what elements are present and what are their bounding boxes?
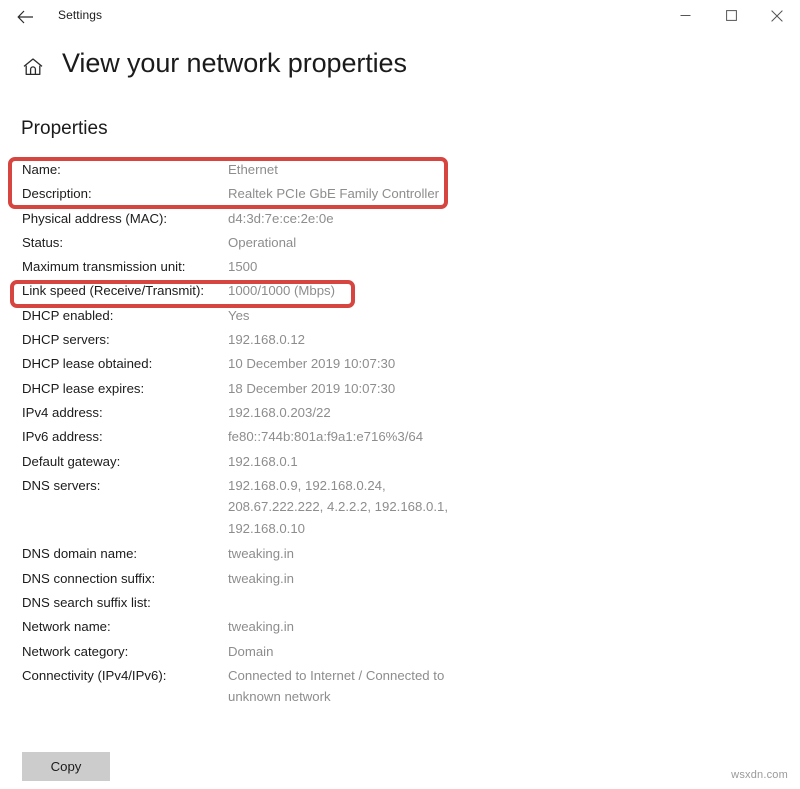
property-row: Link speed (Receive/Transmit):1000/1000 … [0, 279, 800, 303]
property-row: DNS domain name:tweaking.in [0, 542, 800, 566]
property-label: DHCP enabled: [22, 304, 228, 328]
property-value: fe80::744b:801a:f9a1:e716%3/64 [228, 425, 423, 449]
property-row: DHCP enabled:Yes [0, 304, 800, 328]
property-row: IPv6 address:fe80::744b:801a:f9a1:e716%3… [0, 425, 800, 449]
property-label: DNS connection suffix: [22, 567, 228, 591]
property-label: DHCP lease obtained: [22, 352, 228, 376]
title-bar: Settings [0, 0, 800, 33]
property-value: d4:3d:7e:ce:2e:0e [228, 207, 334, 231]
minimize-button[interactable] [662, 0, 708, 31]
property-label: Name: [22, 158, 228, 182]
property-label: DNS search suffix list: [22, 591, 228, 615]
property-row: Status:Operational [0, 231, 800, 255]
property-label: DHCP lease expires: [22, 377, 228, 401]
property-value: tweaking.in [228, 567, 294, 591]
property-value: 18 December 2019 10:07:30 [228, 377, 395, 401]
property-value: tweaking.in [228, 542, 294, 566]
property-row: Maximum transmission unit:1500 [0, 255, 800, 279]
property-label: DNS servers: [22, 475, 228, 497]
property-label: Link speed (Receive/Transmit): [22, 279, 228, 303]
property-value: Domain [228, 640, 273, 664]
property-value: 192.168.0.1 [228, 450, 298, 474]
property-row: DNS search suffix list: [0, 591, 800, 615]
app-title: Settings [58, 8, 102, 22]
section-title: Properties [21, 118, 108, 140]
page-title: View your network properties [62, 48, 407, 79]
close-icon [771, 10, 783, 22]
property-value: 1500 [228, 255, 257, 279]
property-row: DNS connection suffix:tweaking.in [0, 567, 800, 591]
close-button[interactable] [754, 0, 800, 31]
property-label: DHCP servers: [22, 328, 228, 352]
property-value: 192.168.0.9, 192.168.0.24, 208.67.222.22… [228, 475, 448, 540]
property-row: Default gateway:192.168.0.1 [0, 450, 800, 474]
property-row: DHCP lease obtained:10 December 2019 10:… [0, 352, 800, 376]
property-value: 10 December 2019 10:07:30 [228, 352, 395, 376]
property-row: Description:Realtek PCIe GbE Family Cont… [0, 182, 800, 206]
watermark: wsxdn.com [731, 769, 788, 781]
copy-button[interactable]: Copy [22, 752, 110, 781]
property-value: Realtek PCIe GbE Family Controller [228, 182, 439, 206]
home-button[interactable] [20, 56, 46, 82]
property-label: Physical address (MAC): [22, 207, 228, 231]
window-controls [662, 0, 800, 31]
property-label: DNS domain name: [22, 542, 228, 566]
maximize-button[interactable] [708, 0, 754, 31]
page-header: View your network properties [0, 48, 800, 92]
property-label: Network name: [22, 615, 228, 639]
property-value: Operational [228, 231, 296, 255]
property-row: DNS servers:192.168.0.9, 192.168.0.24, 2… [0, 474, 800, 543]
back-button[interactable] [10, 3, 40, 30]
property-row: IPv4 address:192.168.0.203/22 [0, 401, 800, 425]
property-label: Network category: [22, 640, 228, 664]
network-properties-list: Name:EthernetDescription:Realtek PCIe Gb… [0, 158, 800, 711]
property-label: Default gateway: [22, 450, 228, 474]
property-label: Description: [22, 182, 228, 206]
property-row: DHCP lease expires:18 December 2019 10:0… [0, 377, 800, 401]
maximize-icon [726, 10, 737, 21]
property-label: IPv4 address: [22, 401, 228, 425]
property-value: 192.168.0.12 [228, 328, 305, 352]
property-row: Physical address (MAC):d4:3d:7e:ce:2e:0e [0, 207, 800, 231]
property-value: 1000/1000 (Mbps) [228, 279, 335, 303]
property-row: Network category:Domain [0, 640, 800, 664]
property-row: DHCP servers:192.168.0.12 [0, 328, 800, 352]
property-row: Name:Ethernet [0, 158, 800, 182]
property-row: Network name:tweaking.in [0, 615, 800, 639]
minimize-icon [680, 10, 691, 21]
property-value: 192.168.0.203/22 [228, 401, 331, 425]
property-label: Connectivity (IPv4/IPv6): [22, 665, 228, 687]
property-value: Ethernet [228, 158, 278, 182]
home-icon [22, 57, 44, 82]
property-label: Status: [22, 231, 228, 255]
property-label: IPv6 address: [22, 425, 228, 449]
back-arrow-icon [17, 10, 34, 24]
property-label: Maximum transmission unit: [22, 255, 228, 279]
property-value: Yes [228, 304, 250, 328]
property-value: tweaking.in [228, 615, 294, 639]
property-row: Connectivity (IPv4/IPv6):Connected to In… [0, 664, 800, 711]
property-value: Connected to Internet / Connected to unk… [228, 665, 444, 708]
